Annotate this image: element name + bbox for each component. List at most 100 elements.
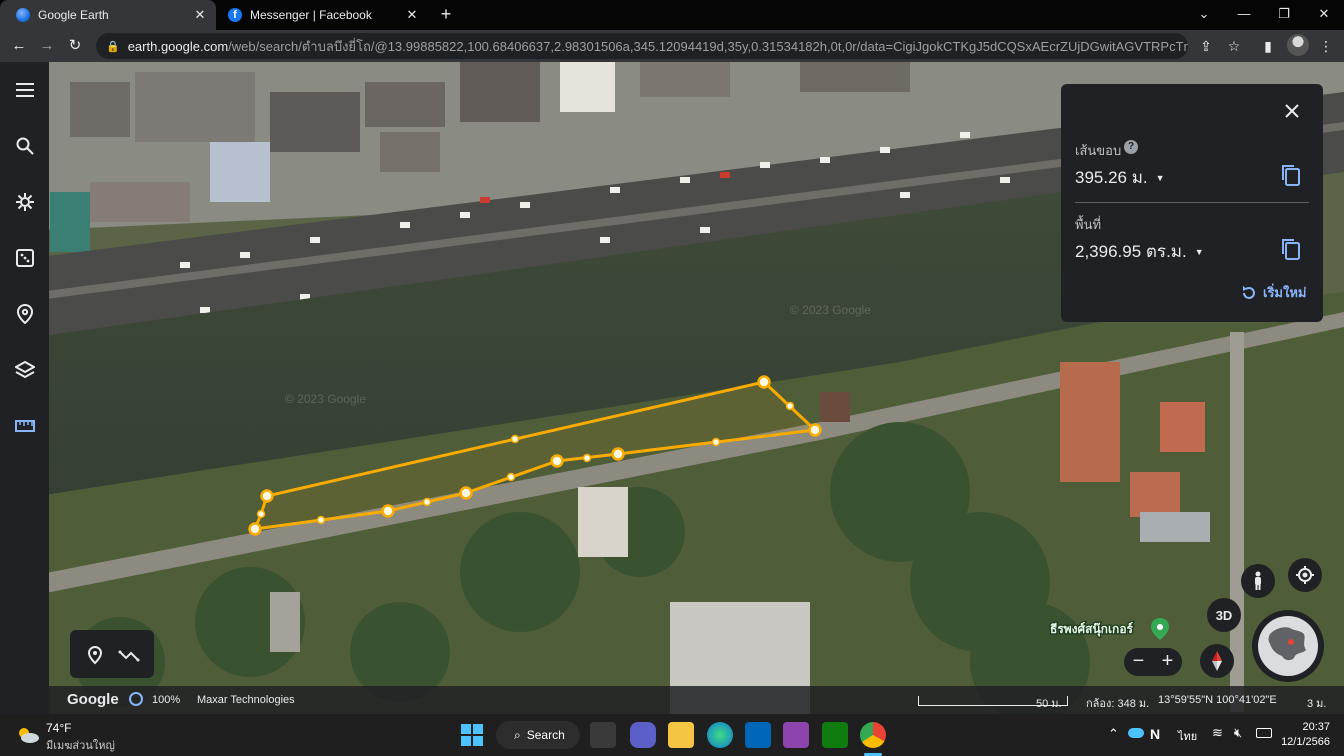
measure-ruler-icon[interactable] bbox=[0, 408, 49, 444]
app-tray-icon[interactable]: N bbox=[1150, 726, 1160, 742]
address-bar[interactable]: 🔒 earth.google.com/web/search/ตำบลบึงยี่… bbox=[96, 33, 1188, 59]
map-style-layers-icon[interactable] bbox=[0, 352, 49, 388]
polygon-midpoint[interactable] bbox=[785, 401, 795, 411]
onedrive-cloud-icon[interactable] bbox=[1128, 728, 1144, 738]
polygon-midpoint[interactable] bbox=[510, 434, 520, 444]
street-view-pegman-icon[interactable] bbox=[1241, 564, 1275, 598]
chrome-icon[interactable] bbox=[860, 722, 886, 748]
zoom-controls: − + bbox=[1124, 648, 1182, 676]
zoom-in-icon[interactable]: + bbox=[1153, 648, 1182, 676]
restart-button[interactable]: เริ่มใหม่ bbox=[1241, 282, 1306, 303]
close-panel-icon[interactable] bbox=[1283, 102, 1301, 120]
zoom-out-icon[interactable]: − bbox=[1124, 648, 1153, 676]
windows-start-icon[interactable] bbox=[461, 724, 483, 746]
app-icon[interactable] bbox=[783, 722, 809, 748]
panel-divider bbox=[1075, 202, 1309, 203]
drawing-tools bbox=[70, 630, 154, 678]
polygon-vertex[interactable] bbox=[260, 489, 274, 503]
polygon-vertex[interactable] bbox=[611, 447, 625, 461]
polygon-vertex[interactable] bbox=[808, 423, 822, 437]
help-icon[interactable]: ? bbox=[1124, 140, 1138, 154]
maximize-icon[interactable]: ❐ bbox=[1264, 0, 1304, 30]
menu-icon[interactable] bbox=[0, 72, 49, 108]
polygon-vertex[interactable] bbox=[550, 454, 564, 468]
minimize-icon[interactable]: — bbox=[1224, 0, 1264, 30]
add-placemark-icon[interactable] bbox=[84, 644, 106, 666]
tab-title: Google Earth bbox=[38, 8, 109, 22]
tab-google-earth[interactable]: Google Earth ✕ bbox=[0, 0, 216, 30]
tab-title: Messenger | Facebook bbox=[250, 8, 372, 22]
browser-menu-icon[interactable]: ⋮ bbox=[1314, 34, 1338, 58]
wifi-icon[interactable]: ≋ bbox=[1212, 725, 1223, 741]
voyager-icon[interactable] bbox=[0, 184, 49, 220]
clock-time[interactable]: 20:37 bbox=[1294, 721, 1330, 733]
lock-icon: 🔒 bbox=[106, 40, 120, 53]
forward-icon[interactable]: → bbox=[35, 34, 59, 58]
copy-perimeter-icon[interactable] bbox=[1281, 164, 1303, 186]
polygon-midpoint[interactable] bbox=[422, 497, 432, 507]
profile-avatar[interactable] bbox=[1287, 34, 1309, 56]
share-icon[interactable]: ⇪ bbox=[1194, 34, 1218, 58]
add-path-icon[interactable] bbox=[118, 644, 140, 666]
search-icon: ⌕ bbox=[514, 727, 521, 742]
close-tab-icon[interactable]: ✕ bbox=[190, 7, 210, 23]
edge-browser-icon[interactable] bbox=[707, 722, 733, 748]
polygon-vertex[interactable] bbox=[381, 504, 395, 518]
polygon-vertex[interactable] bbox=[459, 486, 473, 500]
tab-messenger[interactable]: f Messenger | Facebook ✕ bbox=[216, 0, 428, 30]
side-panel-icon[interactable]: ▮ bbox=[1256, 34, 1280, 58]
feeling-lucky-dice-icon[interactable] bbox=[0, 240, 49, 276]
toggle-3d-button[interactable]: 3D bbox=[1207, 598, 1241, 632]
my-location-icon[interactable] bbox=[1288, 558, 1322, 592]
window-close-icon[interactable]: ✕ bbox=[1304, 0, 1344, 30]
browser-toolbar: ← → ↻ 🔒 earth.google.com/web/search/ตำบล… bbox=[0, 30, 1344, 62]
area-unit-dropdown[interactable]: 2,396.95 ตร.ม. ▼ bbox=[1075, 238, 1204, 265]
back-icon[interactable]: ← bbox=[7, 34, 31, 58]
file-explorer-icon[interactable] bbox=[668, 722, 694, 748]
tray-overflow-chevron-icon[interactable]: ⌃ bbox=[1108, 726, 1119, 742]
google-logo: Google bbox=[67, 691, 119, 708]
url-path: /web/search/ตำบลบึงยี่โถ/@13.99885822,10… bbox=[228, 38, 1188, 54]
restart-icon bbox=[1243, 285, 1255, 299]
polygon-vertex[interactable] bbox=[757, 375, 771, 389]
windows-taskbar: 74°F มีเมฆส่วนใหญ่ ⌕ Search ⌃ N ไทย ≋ 🔇︎… bbox=[0, 714, 1344, 756]
search-icon[interactable] bbox=[0, 128, 49, 164]
new-tab-icon[interactable]: + bbox=[436, 4, 456, 24]
polygon-midpoint[interactable] bbox=[506, 472, 516, 482]
task-view-icon[interactable] bbox=[590, 722, 616, 748]
camera-altitude: กล้อง: 348 ม. bbox=[1086, 698, 1150, 710]
tab-search-chevron-icon[interactable]: ⌄ bbox=[1184, 0, 1224, 30]
polygon-midpoint[interactable] bbox=[256, 509, 266, 519]
polygon-midpoint[interactable] bbox=[316, 515, 326, 525]
polygon-midpoint[interactable] bbox=[582, 453, 592, 463]
partly-cloudy-icon bbox=[16, 726, 39, 743]
facebook-favicon-icon: f bbox=[228, 8, 242, 22]
copy-area-icon[interactable] bbox=[1281, 238, 1303, 260]
compass-icon[interactable] bbox=[1200, 644, 1234, 678]
globe-minimap[interactable] bbox=[1252, 610, 1324, 682]
teams-chat-icon[interactable] bbox=[630, 722, 656, 748]
perimeter-label: เส้นขอบ bbox=[1075, 143, 1122, 158]
elevation: 3 ม. bbox=[1307, 698, 1327, 710]
imagery-attribution[interactable]: Maxar Technologies bbox=[197, 694, 295, 706]
perimeter-unit-dropdown[interactable]: 395.26 ม. ▼ bbox=[1075, 164, 1165, 191]
xbox-icon[interactable] bbox=[822, 722, 848, 748]
weather-widget[interactable]: 74°F มีเมฆส่วนใหญ่ bbox=[14, 720, 144, 752]
weather-desc: มีเมฆส่วนใหญ่ bbox=[46, 740, 115, 752]
battery-icon[interactable] bbox=[1256, 728, 1272, 738]
projects-icon[interactable] bbox=[0, 296, 49, 332]
toggle-3d-label: 3D bbox=[1215, 607, 1233, 623]
polygon-midpoint[interactable] bbox=[711, 437, 721, 447]
close-tab-icon[interactable]: ✕ bbox=[402, 7, 422, 23]
polygon-vertex[interactable] bbox=[248, 522, 262, 536]
dropdown-arrow-icon: ▼ bbox=[1194, 246, 1204, 257]
reload-icon[interactable]: ↻ bbox=[63, 34, 87, 58]
input-language[interactable]: ไทย bbox=[1178, 727, 1197, 745]
taskbar-search[interactable]: ⌕ Search bbox=[496, 721, 580, 749]
bookmark-star-icon[interactable]: ☆ bbox=[1222, 34, 1246, 58]
clock-date[interactable]: 12/1/2566 bbox=[1278, 736, 1330, 748]
microsoft-store-icon[interactable] bbox=[745, 722, 771, 748]
place-label[interactable]: ธีรพงศ์สนุ๊กเกอร์ bbox=[1049, 621, 1135, 639]
mute-volume-icon[interactable]: 🔇︎ bbox=[1234, 725, 1242, 741]
perimeter-value: 395.26 ม. bbox=[1075, 168, 1148, 187]
